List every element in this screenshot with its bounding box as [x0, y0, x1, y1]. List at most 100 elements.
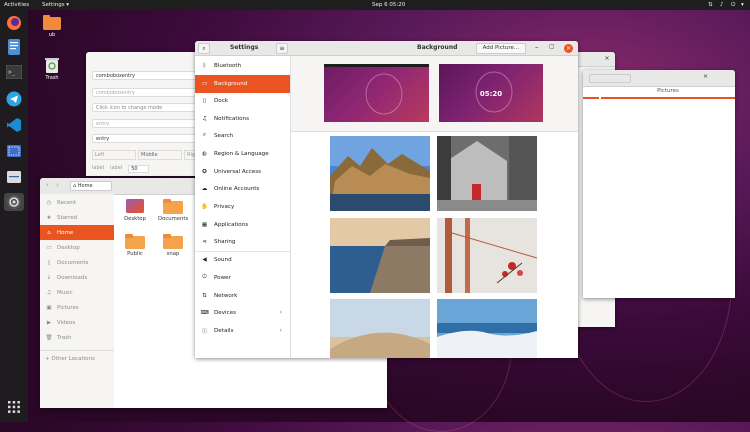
folder-documents[interactable]: Documents — [158, 198, 188, 222]
volume-icon[interactable]: ♪ — [720, 2, 724, 8]
clock[interactable]: Sep 6 05:20 — [372, 2, 405, 8]
chevron-down-icon[interactable]: ▾ — [741, 2, 744, 8]
align-left-button[interactable]: Left — [92, 150, 136, 160]
close-icon[interactable]: × — [703, 73, 708, 80]
view-buttons[interactable] — [589, 74, 631, 83]
spin-button[interactable]: 50 — [128, 165, 149, 173]
lockscreen-background-preview[interactable]: 05:20 — [439, 64, 543, 122]
download-icon: ⤓ — [47, 274, 51, 280]
folder-icon — [125, 234, 145, 249]
firefox-icon[interactable] — [4, 14, 24, 32]
sidebar-item-universal-access[interactable]: ✪ Universal Access — [195, 163, 290, 181]
spin-row: label label 50 — [92, 165, 149, 173]
sidebar-label: Bluetooth — [214, 62, 242, 69]
folder-public[interactable]: Public — [120, 233, 150, 257]
sidebar-label: Pictures — [57, 304, 79, 311]
entry-field[interactable]: entry — [92, 134, 210, 143]
desktop-folder-icon — [126, 199, 144, 213]
sidebar-item-music[interactable]: ♫ Music — [40, 285, 114, 300]
folder-snap[interactable]: snap — [158, 233, 188, 257]
sidebar-item-home[interactable]: ⌂ Home — [40, 225, 114, 240]
sidebar-label: Network — [214, 292, 238, 299]
wallpaper-thumbnail[interactable] — [330, 218, 430, 293]
sidebar-label: Details — [214, 327, 234, 334]
forward-icon[interactable]: › — [56, 181, 59, 189]
app-menu-settings[interactable]: Settings ▾ — [42, 2, 69, 8]
sidebar-item-details[interactable]: ⓘ Details › — [195, 322, 290, 340]
power-icon[interactable]: ⏻ — [731, 2, 735, 9]
sidebar-item-desktop[interactable]: ▭ Desktop — [40, 240, 114, 255]
sidebar-item-network[interactable]: ⇅ Network — [195, 287, 290, 305]
sidebar-item-devices[interactable]: ⌨ Devices › — [195, 304, 290, 322]
sidebar-label: Universal Access — [214, 168, 262, 175]
wallpaper-thumbnail[interactable] — [437, 136, 537, 211]
back-icon[interactable]: ‹ — [46, 181, 49, 189]
activities-button[interactable]: Activities — [4, 2, 29, 8]
sidebar-item-other-locations[interactable]: + Other Locations — [40, 350, 114, 366]
sidebar-label: Power — [214, 274, 231, 281]
text-editor-icon[interactable] — [4, 38, 24, 56]
close-icon[interactable]: × — [603, 55, 611, 63]
terminal-icon[interactable]: >_ — [4, 63, 24, 81]
sidebar-item-downloads[interactable]: ⤓ Downloads — [40, 270, 114, 285]
sidebar-item-search[interactable]: ⌕ Search — [195, 127, 290, 145]
show-apps-icon[interactable] — [4, 398, 24, 416]
sidebar-item-sound[interactable]: ◀ Sound — [195, 251, 290, 269]
desktop-folder[interactable]: ub — [38, 15, 66, 38]
sidebar-item-privacy[interactable]: ✋ Privacy — [195, 198, 290, 216]
close-icon[interactable]: × — [564, 44, 573, 53]
power-icon: ⏻ — [202, 274, 207, 281]
background-icon: ▭ — [201, 80, 208, 87]
screenshot-icon[interactable] — [4, 142, 24, 160]
sidebar-item-background[interactable]: ▭ Background — [195, 75, 290, 93]
wallpaper-thumbnail[interactable] — [437, 299, 537, 358]
settings-icon[interactable] — [4, 193, 24, 211]
header-bar: × — [583, 70, 735, 87]
sidebar-item-applications[interactable]: ▦ Applications — [195, 216, 290, 234]
sidebar-item-dock[interactable]: ▯ Dock — [195, 92, 290, 110]
sidebar-item-sharing[interactable]: ⋖ Sharing — [195, 233, 290, 251]
align-middle-button[interactable]: Middle — [138, 150, 182, 160]
sidebar-item-region-language[interactable]: ◍ Region & Language — [195, 145, 290, 163]
tab-pictures[interactable]: Pictures — [601, 87, 735, 99]
network-icon[interactable]: ⇅ — [708, 2, 713, 8]
hamburger-menu-button[interactable]: ≡ — [276, 43, 288, 54]
music-icon: ♫ — [46, 289, 52, 296]
sidebar-label: Applications — [214, 221, 249, 228]
sidebar-item-notifications[interactable]: ♫ Notifications — [195, 110, 290, 128]
sidebar-label: Home — [57, 229, 74, 236]
folder-desktop[interactable]: Desktop — [120, 198, 150, 222]
sidebar-item-bluetooth[interactable]: ᛒ Bluetooth — [195, 57, 290, 75]
sidebar-item-pictures[interactable]: ▣ Pictures — [40, 300, 114, 315]
files-drawer-icon[interactable] — [4, 168, 24, 186]
wallpaper-thumbnail[interactable] — [437, 218, 537, 293]
sidebar-item-power[interactable]: ⏻ Power — [195, 269, 290, 287]
desktop-trash[interactable]: Trash — [38, 57, 66, 81]
maximize-icon[interactable]: ▢ — [549, 43, 555, 50]
sidebar-item-videos[interactable]: ▶ Videos — [40, 315, 114, 330]
sidebar-item-starred[interactable]: ★ Starred — [40, 210, 114, 225]
wallpaper-thumbnail[interactable] — [330, 299, 430, 358]
minimize-icon[interactable]: – — [535, 43, 539, 51]
combobox-entry[interactable]: comboboxentry — [92, 71, 210, 80]
location-label: Home — [77, 183, 93, 189]
bluetooth-icon: ᛒ — [202, 62, 207, 69]
sidebar-item-trash[interactable]: 🗑 Trash — [40, 330, 114, 345]
add-picture-button[interactable]: Add Picture… — [476, 43, 526, 54]
sidebar-item-documents[interactable]: ▯ Documents — [40, 255, 114, 270]
location-bar[interactable]: ⌂ Home — [70, 181, 112, 191]
devices-icon: ⌨ — [200, 309, 209, 316]
icon-entry[interactable]: Click icon to change mode — [92, 103, 210, 112]
telegram-icon[interactable] — [4, 90, 24, 108]
wallpaper-thumbnail[interactable] — [330, 136, 430, 211]
sidebar-label: Online Accounts — [214, 185, 260, 192]
search-icon: ⌕ — [202, 45, 206, 52]
search-button[interactable]: ⌕ — [198, 43, 210, 54]
vscode-icon[interactable] — [4, 116, 24, 134]
sidebar-item-recent[interactable]: ◷ Recent — [40, 195, 114, 210]
desktop-background-preview[interactable] — [324, 64, 429, 122]
chevron-right-icon: › — [279, 309, 282, 317]
folder-label: Public — [127, 251, 143, 257]
tab-previous[interactable] — [583, 87, 599, 99]
sidebar-item-online-accounts[interactable]: ☁ Online Accounts — [195, 180, 290, 198]
